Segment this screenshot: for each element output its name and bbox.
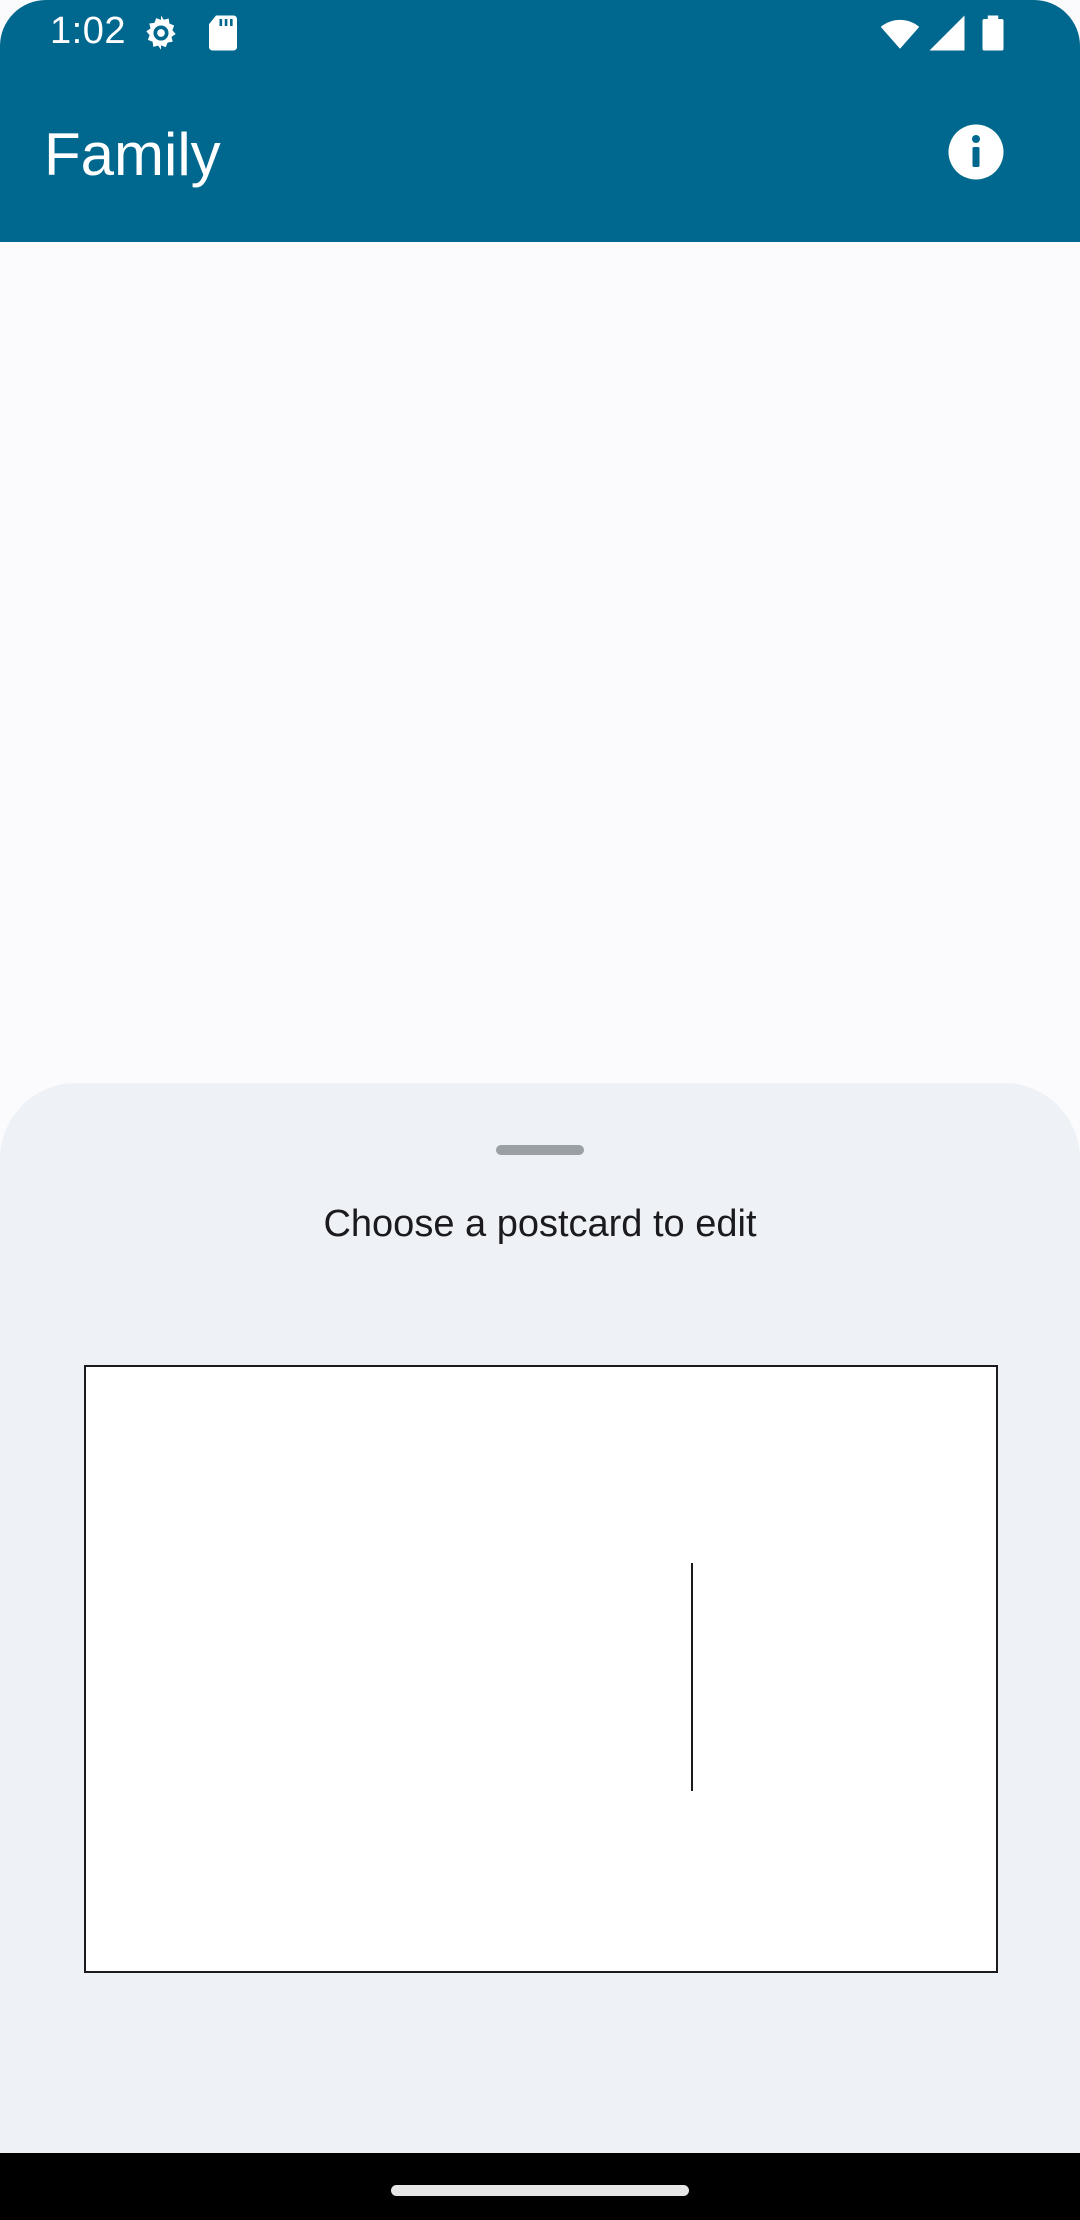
status-time: 1:02 [50, 10, 126, 52]
navigation-bar [0, 2153, 1080, 2220]
status-bar: 1:02 [0, 0, 1080, 66]
screen: 1:02 Family Choose a postcard to edit [0, 0, 1080, 2220]
bottom-sheet: Choose a postcard to edit [0, 1083, 1080, 2153]
wifi-icon [879, 12, 921, 54]
postcard-divider [691, 1563, 693, 1791]
drag-handle[interactable] [496, 1145, 584, 1155]
top-app-bar: 1:02 Family [0, 0, 1080, 242]
sheet-title: Choose a postcard to edit [323, 1203, 757, 1245]
postcard-option[interactable] [84, 1365, 998, 1973]
cellular-signal-icon [926, 12, 968, 54]
settings-gear-icon [140, 12, 182, 54]
battery-icon [972, 12, 1014, 54]
info-icon [948, 124, 1004, 180]
sd-card-icon [202, 12, 244, 54]
app-title: Family [44, 121, 221, 188]
home-indicator[interactable] [391, 2185, 689, 2196]
info-button[interactable] [946, 122, 1006, 182]
